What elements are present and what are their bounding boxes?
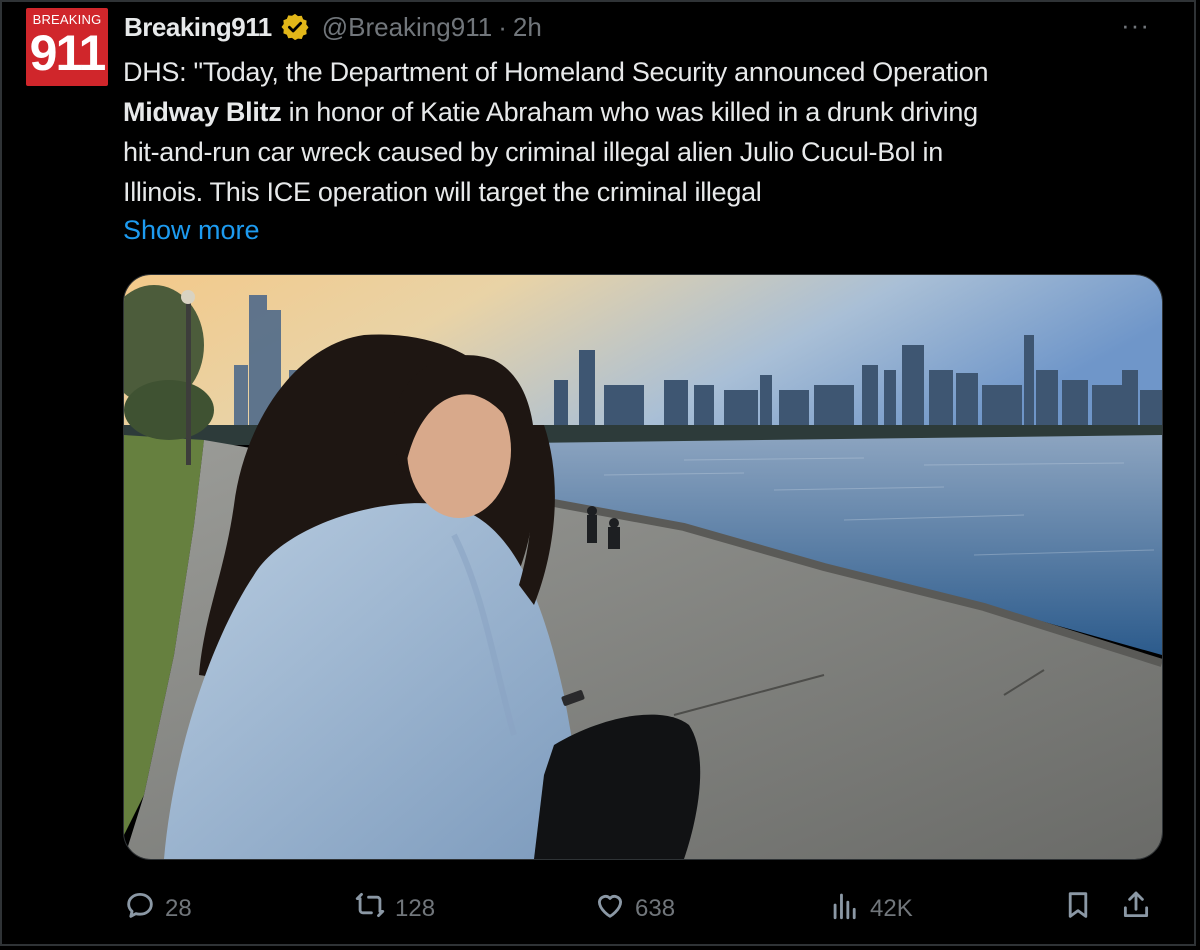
- share-button[interactable]: [1119, 888, 1153, 929]
- tweet-photo[interactable]: [123, 274, 1163, 860]
- like-count: 638: [635, 894, 676, 922]
- tweet-line-1: DHS: "Today, the Department of Homeland …: [123, 57, 989, 87]
- bookmark-button[interactable]: [1061, 888, 1095, 929]
- heart-icon: [593, 888, 627, 929]
- tweet-text: DHS: "Today, the Department of Homeland …: [123, 52, 1163, 212]
- separator-dot: ·: [498, 11, 507, 42]
- tweet-line-4: Illinois. This ICE operation will target…: [123, 177, 762, 207]
- timestamp[interactable]: 2h: [513, 12, 542, 43]
- more-options-icon[interactable]: ···: [1121, 10, 1150, 41]
- share-icon: [1119, 888, 1153, 929]
- avatar[interactable]: BREAKING 911: [26, 8, 108, 86]
- tweet-line-2-rest: in honor of Katie Abraham who was killed…: [281, 97, 979, 127]
- repost-button[interactable]: 128: [353, 888, 435, 929]
- display-name[interactable]: Breaking911: [124, 12, 272, 43]
- views-count: 42K: [870, 894, 913, 922]
- show-more-link[interactable]: Show more: [123, 210, 260, 250]
- like-button[interactable]: 638: [593, 888, 675, 929]
- verified-badge-icon[interactable]: [280, 12, 310, 42]
- reply-count: 28: [165, 894, 192, 922]
- repost-icon: [353, 888, 387, 929]
- tweet-line-3: hit-and-run car wreck caused by criminal…: [123, 137, 943, 167]
- reply-button[interactable]: 28: [123, 888, 192, 929]
- handle[interactable]: @Breaking911: [322, 12, 492, 43]
- action-bar: 28 128 638 42K: [123, 880, 1163, 930]
- views-icon: [828, 888, 862, 929]
- repost-count: 128: [395, 894, 436, 922]
- tweet-header: Breaking911 @Breaking911 · 2h: [124, 10, 542, 44]
- tweet-line-2: Midway Blitz in honor of Katie Abraham w…: [123, 92, 1163, 132]
- bookmark-icon: [1061, 888, 1095, 929]
- views-button[interactable]: 42K: [828, 888, 913, 929]
- operation-name: Midway Blitz: [123, 97, 282, 127]
- reply-icon: [123, 888, 157, 929]
- avatar-number: 911: [29, 25, 107, 81]
